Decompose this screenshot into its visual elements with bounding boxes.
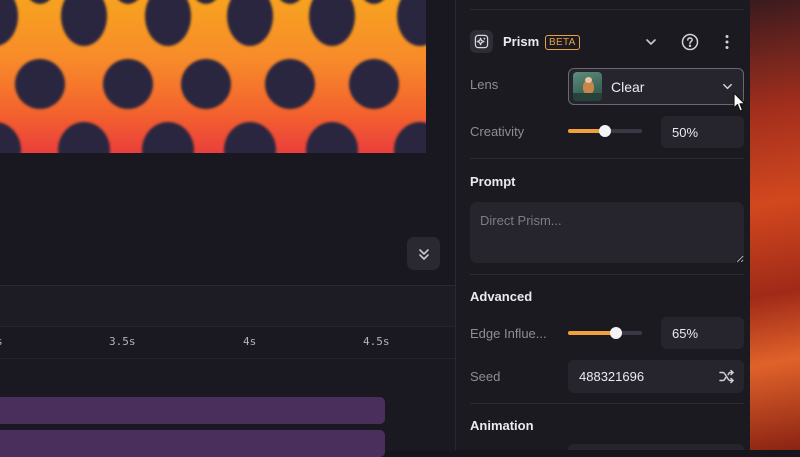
prompt-title: Prompt	[470, 174, 516, 189]
lens-value: Clear	[611, 78, 645, 95]
pattern-shape	[15, 59, 65, 109]
beta-badge: BETA	[545, 35, 580, 50]
mouse-pointer-icon	[733, 92, 746, 113]
pattern-shape	[30, 0, 50, 4]
seed-value: 488321696	[579, 369, 645, 384]
pattern-shape	[58, 122, 110, 153]
animation-title: Animation	[470, 418, 534, 433]
lens-label: Lens	[470, 77, 499, 92]
advanced-title: Advanced	[470, 289, 533, 304]
seed-label: Seed	[470, 369, 501, 384]
collapse-panel-button[interactable]	[407, 237, 440, 270]
section-divider	[470, 158, 744, 159]
pattern-shape	[61, 0, 107, 46]
lens-thumbnail	[573, 72, 602, 101]
chevron-down-icon	[644, 35, 658, 49]
help-button[interactable]	[680, 32, 699, 51]
pattern-shape	[309, 0, 355, 46]
pattern-shape	[145, 0, 191, 46]
timeline-clip[interactable]	[0, 397, 385, 424]
timeline-header	[0, 286, 455, 327]
canvas-pattern	[0, 0, 426, 153]
lens-select[interactable]: Clear	[568, 68, 744, 105]
tick-label: 3.5s	[109, 335, 136, 348]
pattern-shape	[306, 122, 358, 153]
pattern-shape	[364, 0, 384, 4]
creativity-input[interactable]: 50%	[661, 116, 744, 148]
seed-input[interactable]: 488321696	[568, 360, 744, 393]
slider-fill	[568, 331, 617, 335]
timeline-ruler[interactable]: s 3.5s 4s 4.5s	[0, 326, 455, 359]
pattern-shape	[224, 122, 276, 153]
creativity-label: Creativity	[470, 124, 525, 139]
section-divider	[470, 9, 744, 10]
tick-label: 4.5s	[363, 335, 390, 348]
slider-thumb[interactable]	[599, 125, 611, 137]
creativity-slider[interactable]	[568, 125, 642, 137]
effect-expand-button[interactable]	[643, 34, 659, 50]
sparkle-icon	[470, 30, 493, 53]
tick-label: s	[0, 335, 3, 348]
edge-influence-slider[interactable]	[568, 327, 642, 339]
slider-thumb[interactable]	[610, 327, 623, 339]
help-icon	[681, 33, 699, 51]
tick-label: 4s	[243, 335, 257, 348]
pattern-shape	[280, 0, 300, 4]
section-divider	[470, 274, 744, 275]
pattern-shape	[349, 59, 399, 109]
edge-influence-value: 65%	[672, 325, 699, 341]
pattern-shape	[0, 0, 18, 46]
desktop-wallpaper	[750, 0, 800, 450]
pattern-shape	[196, 0, 216, 4]
timeline: s 3.5s 4s 4.5s	[0, 285, 455, 457]
pattern-shape	[118, 0, 138, 4]
animation-field[interactable]	[568, 444, 744, 450]
chevron-double-down-icon	[417, 247, 431, 261]
timeline-clip[interactable]	[0, 430, 385, 457]
pattern-shape	[394, 122, 426, 153]
edge-influence-input[interactable]: 65%	[661, 317, 744, 349]
pattern-shape	[397, 0, 426, 46]
pattern-shape	[265, 59, 315, 109]
pattern-shape	[227, 0, 273, 46]
pattern-shape	[103, 59, 153, 109]
pattern-shape	[0, 122, 21, 153]
preview-area	[0, 0, 455, 285]
more-options-button[interactable]	[719, 32, 735, 51]
canvas-preview[interactable]	[0, 0, 426, 153]
section-divider	[470, 403, 744, 404]
more-vertical-icon	[724, 34, 730, 50]
pattern-shape	[142, 122, 194, 153]
prompt-textarea[interactable]	[470, 202, 744, 263]
shuffle-icon[interactable]	[719, 369, 735, 384]
edge-influence-label: Edge Influe...	[470, 326, 547, 341]
effect-title: Prism	[503, 34, 540, 49]
creativity-value: 50%	[672, 124, 699, 140]
pattern-shape	[181, 59, 231, 109]
